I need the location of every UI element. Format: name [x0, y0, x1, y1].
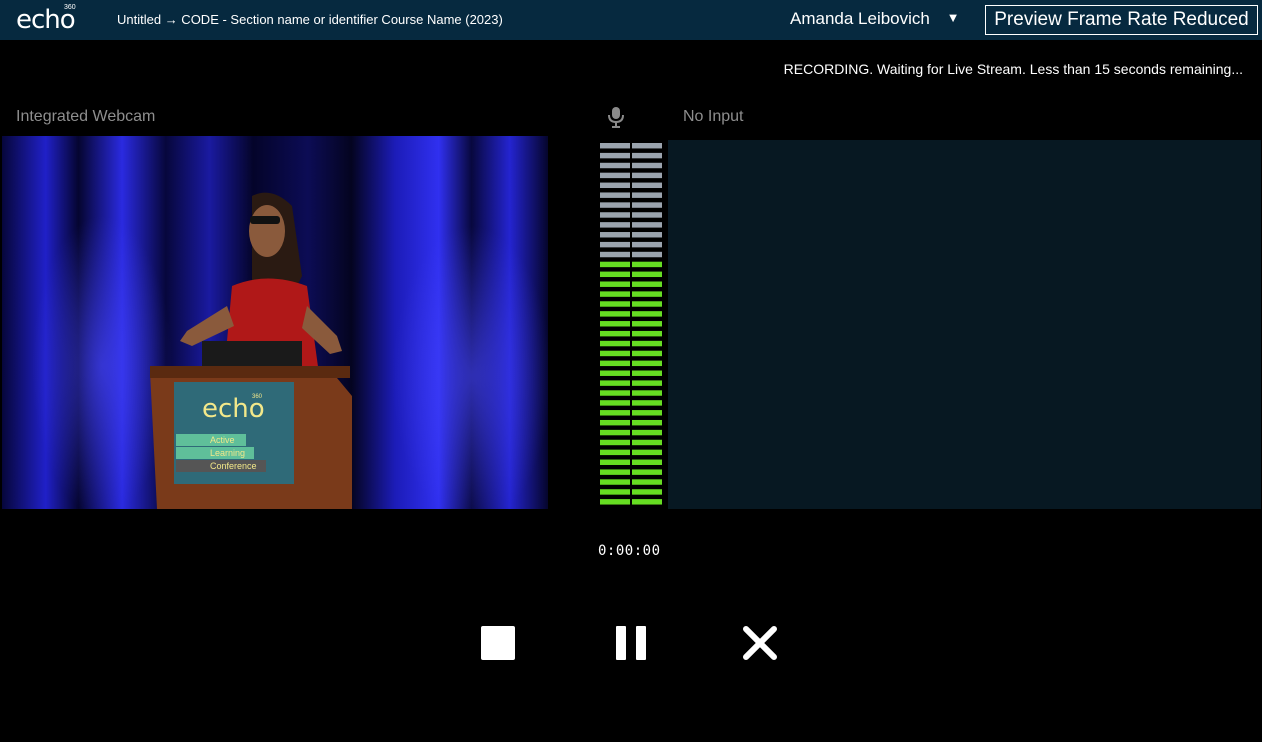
meter-segment-left: [600, 311, 630, 317]
meter-segment-left: [600, 241, 630, 248]
meter-segment-left: [600, 261, 630, 268]
recording-status: RECORDING. Waiting for Live Stream. Less…: [783, 61, 1243, 77]
meter-segment-left: [600, 222, 630, 228]
meter-segment-right: [632, 212, 662, 218]
meter-segment-left: [600, 410, 630, 416]
meter-segment-right: [632, 281, 662, 287]
meter-segment-right: [632, 143, 662, 149]
close-icon[interactable]: [740, 623, 780, 663]
meter-segment-right: [632, 400, 662, 406]
meter-segment-right: [632, 172, 662, 179]
meter-segment-left: [600, 143, 630, 149]
podium-sign: echo 360 Active Learning Conference: [174, 382, 294, 484]
meter-segment-left: [600, 162, 630, 169]
meter-segment-right: [632, 330, 662, 337]
meter-segment-right: [632, 232, 662, 238]
meter-segment-left: [600, 251, 630, 258]
meter-segment-left: [600, 192, 630, 198]
meter-segment-left: [600, 489, 630, 495]
meter-segment-right: [632, 192, 662, 198]
meter-segment-right: [632, 429, 662, 436]
podium-line-2: Learning: [176, 447, 254, 459]
user-menu[interactable]: Amanda Leibovich ▼: [790, 9, 959, 29]
meter-segment-right: [632, 380, 662, 386]
microphone-icon: [608, 107, 624, 128]
meter-segment-right: [632, 301, 662, 307]
meter-segment-right: [632, 202, 662, 208]
meter-segment-right: [632, 499, 662, 505]
meter-segment-left: [600, 439, 630, 446]
podium-line-1: Active: [176, 434, 246, 446]
meter-segment-left: [600, 152, 630, 159]
stop-icon[interactable]: [478, 623, 518, 663]
meter-segment-left: [600, 271, 630, 278]
meter-segment-left: [600, 330, 630, 337]
preview-frame-rate-button[interactable]: Preview Frame Rate Reduced: [985, 5, 1258, 35]
meter-segment-left: [600, 429, 630, 436]
meter-segment-right: [632, 291, 662, 297]
meter-segment-right: [632, 410, 662, 416]
meter-segment-left: [600, 479, 630, 485]
meter-segment-right: [632, 311, 662, 317]
meter-segment-right: [632, 479, 662, 485]
top-bar: echo 360 Untitled → CODE - Section name …: [0, 0, 1262, 40]
meter-segment-left: [600, 182, 630, 189]
pause-icon[interactable]: [611, 623, 651, 663]
meter-segment-right: [632, 182, 662, 189]
meter-segment-left: [600, 350, 630, 357]
meter-segment-left: [600, 340, 630, 347]
logo-superscript: 360: [64, 4, 76, 11]
meter-segment-left: [600, 370, 630, 376]
video-source-label: Integrated Webcam: [16, 108, 156, 125]
meter-segment-left: [600, 360, 630, 367]
meter-segment-right: [632, 370, 662, 376]
meter-segment-right: [632, 419, 662, 426]
meter-segment-right: [632, 459, 662, 465]
meter-segment-left: [600, 469, 630, 475]
meter-segment-right: [632, 152, 662, 159]
recording-timer: 0:00:00: [598, 543, 661, 559]
audio-level-meter: [600, 143, 662, 505]
meter-segment-right: [632, 271, 662, 278]
meter-segment-right: [632, 469, 662, 475]
meter-segment-left: [600, 390, 630, 396]
meter-segment-right: [632, 222, 662, 228]
breadcrumb: Untitled → CODE - Section name or identi…: [117, 12, 503, 27]
secondary-source-preview: [668, 140, 1261, 509]
meter-segment-right: [632, 489, 662, 495]
meter-segment-left: [600, 321, 630, 327]
podium-line-3: Conference: [176, 460, 266, 472]
meter-segment-left: [600, 459, 630, 465]
meter-segment-left: [600, 291, 630, 297]
meter-segment-left: [600, 202, 630, 208]
meter-segment-right: [632, 360, 662, 367]
meter-segment-right: [632, 439, 662, 446]
meter-segment-right: [632, 162, 662, 169]
meter-segment-left: [600, 281, 630, 287]
meter-segment-right: [632, 251, 662, 258]
meter-segment-left: [600, 499, 630, 505]
podium-logo-superscript: 360: [252, 394, 263, 400]
meter-segment-left: [600, 380, 630, 386]
meter-segment-left: [600, 419, 630, 426]
meter-segment-right: [632, 390, 662, 396]
meter-segment-left: [600, 301, 630, 307]
meter-segment-left: [600, 400, 630, 406]
meter-segment-left: [600, 232, 630, 238]
meter-segment-right: [632, 321, 662, 327]
webcam-preview: echo 360 Active Learning Conference: [2, 136, 548, 509]
user-name: Amanda Leibovich: [790, 9, 930, 28]
secondary-source-label: No Input: [683, 108, 744, 125]
meter-segment-right: [632, 241, 662, 248]
meter-segment-left: [600, 449, 630, 456]
meter-segment-right: [632, 261, 662, 268]
meter-segment-right: [632, 350, 662, 357]
meter-segment-left: [600, 212, 630, 218]
chevron-down-icon[interactable]: ▼: [947, 10, 960, 25]
meter-segment-left: [600, 172, 630, 179]
meter-segment-right: [632, 449, 662, 456]
meter-segment-right: [632, 340, 662, 347]
